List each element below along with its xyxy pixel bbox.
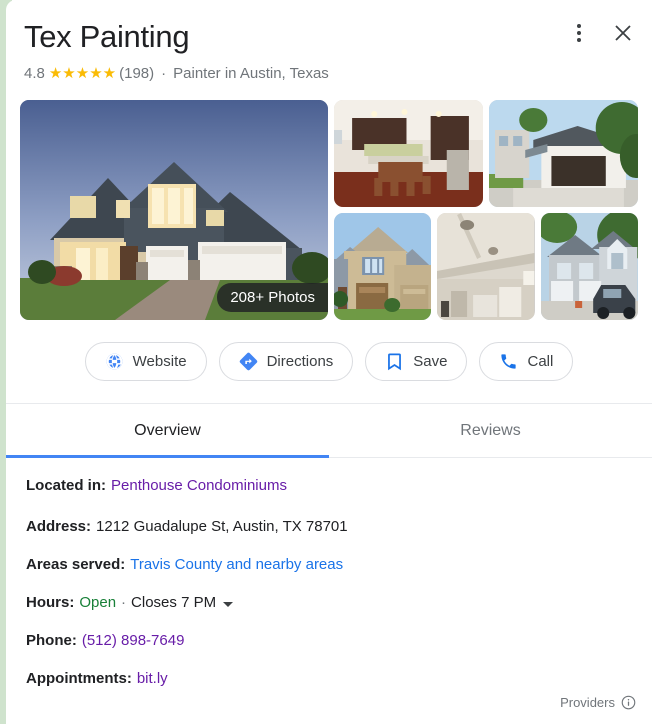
thumbnail-interior-ceiling-image (437, 213, 535, 320)
tab-overview-label: Overview (134, 421, 201, 439)
call-button-label: Call (527, 353, 554, 370)
directions-button-label: Directions (266, 353, 334, 370)
review-count[interactable]: (198) (119, 64, 154, 84)
detail-address: Address: 1212 Guadalupe St, Austin, TX 7… (26, 517, 632, 537)
providers-info[interactable]: Providers (560, 695, 636, 710)
overflow-menu-button[interactable] (566, 20, 592, 46)
save-button[interactable]: Save (365, 342, 468, 381)
appointments-link[interactable]: bit.ly (137, 669, 168, 689)
thumbnail-row-bottom (334, 213, 638, 320)
appointments-label: Appointments: (26, 670, 132, 687)
hours-open-status: Open (79, 594, 117, 611)
star-rating-icon: ★★★★★ (48, 65, 117, 82)
thumbnail-tan-duplex[interactable] (334, 213, 432, 320)
hours-label: Hours: (26, 594, 75, 611)
providers-label: Providers (560, 695, 615, 710)
close-icon (615, 25, 631, 41)
close-button[interactable] (610, 20, 636, 46)
detail-appointments: Appointments: bit.ly (26, 669, 632, 689)
save-button-label: Save (413, 353, 448, 370)
detail-located-in: Located in: Penthouse Condominiums (26, 476, 632, 496)
thumbnail-kitchen-image (334, 100, 483, 207)
rating-row: 4.8 ★★★★★ (198) · Painter in Austin, Tex… (24, 64, 634, 84)
address-label: Address: (26, 518, 92, 535)
website-button[interactable]: Website (84, 342, 207, 381)
rating-value: 4.8 (24, 65, 45, 82)
action-buttons: Website Directions Save Call (6, 342, 652, 403)
photo-count-badge[interactable]: 208+ Photos (217, 283, 328, 312)
header-actions (566, 20, 636, 46)
located-in-label: Located in: (26, 477, 107, 494)
thumbnail-grid (334, 100, 638, 320)
photo-gallery: 208+ Photos (20, 100, 638, 320)
detail-phone: Phone: (512) 898-7649 (26, 631, 632, 651)
hours-separator: · (121, 594, 127, 611)
tab-bar: Overview Reviews (6, 403, 652, 458)
located-in-link[interactable]: Penthouse Condominiums (111, 476, 287, 496)
panel-header: Tex Painting 4.8 ★★★★★ (198) · Painter i… (6, 0, 652, 84)
thumbnail-tan-duplex-image (334, 213, 432, 320)
directions-button[interactable]: Directions (218, 342, 354, 381)
detail-hours: Hours: Open · Closes 7 PM (26, 593, 632, 613)
thumbnail-row-top (334, 100, 638, 207)
page-title: Tex Painting (24, 19, 190, 54)
thumbnail-white-house-garage[interactable] (489, 100, 638, 207)
globe-icon (106, 353, 123, 370)
tab-overview[interactable]: Overview (6, 404, 329, 458)
chevron-down-icon[interactable] (223, 602, 234, 607)
thumbnail-interior-ceiling[interactable] (437, 213, 535, 320)
overview-details: Located in: Penthouse Condominiums Addre… (6, 458, 652, 689)
phone-link[interactable]: (512) 898-7649 (82, 631, 185, 651)
thumbnail-kitchen[interactable] (334, 100, 483, 207)
tab-reviews-label: Reviews (460, 421, 521, 439)
directions-icon (239, 352, 257, 371)
address-value[interactable]: 1212 Guadalupe St, Austin, TX 78701 (96, 517, 348, 537)
business-category: Painter in Austin, Texas (173, 65, 329, 82)
more-vert-icon (577, 24, 581, 42)
detail-areas-served: Areas served: Travis County and nearby a… (26, 555, 632, 575)
areas-served-label: Areas served: (26, 556, 126, 573)
tab-reviews[interactable]: Reviews (329, 404, 652, 457)
hero-photo[interactable]: 208+ Photos (20, 100, 328, 320)
call-button[interactable]: Call (479, 342, 574, 381)
hours-closing-time: Closes 7 PM (131, 594, 217, 611)
areas-served-link[interactable]: Travis County and nearby areas (130, 555, 343, 575)
thumbnail-gray-house-truck-image (540, 213, 638, 320)
business-info-panel: Tex Painting 4.8 ★★★★★ (198) · Painter i… (6, 0, 652, 724)
website-button-label: Website (132, 353, 187, 370)
rating-separator: · (161, 65, 167, 82)
thumbnail-white-house-garage-image (489, 100, 638, 207)
phone-icon (501, 354, 517, 369)
thumbnail-gray-house-truck[interactable] (540, 213, 638, 320)
info-icon[interactable] (621, 695, 636, 710)
phone-label: Phone: (26, 632, 77, 649)
bookmark-icon (388, 353, 402, 371)
